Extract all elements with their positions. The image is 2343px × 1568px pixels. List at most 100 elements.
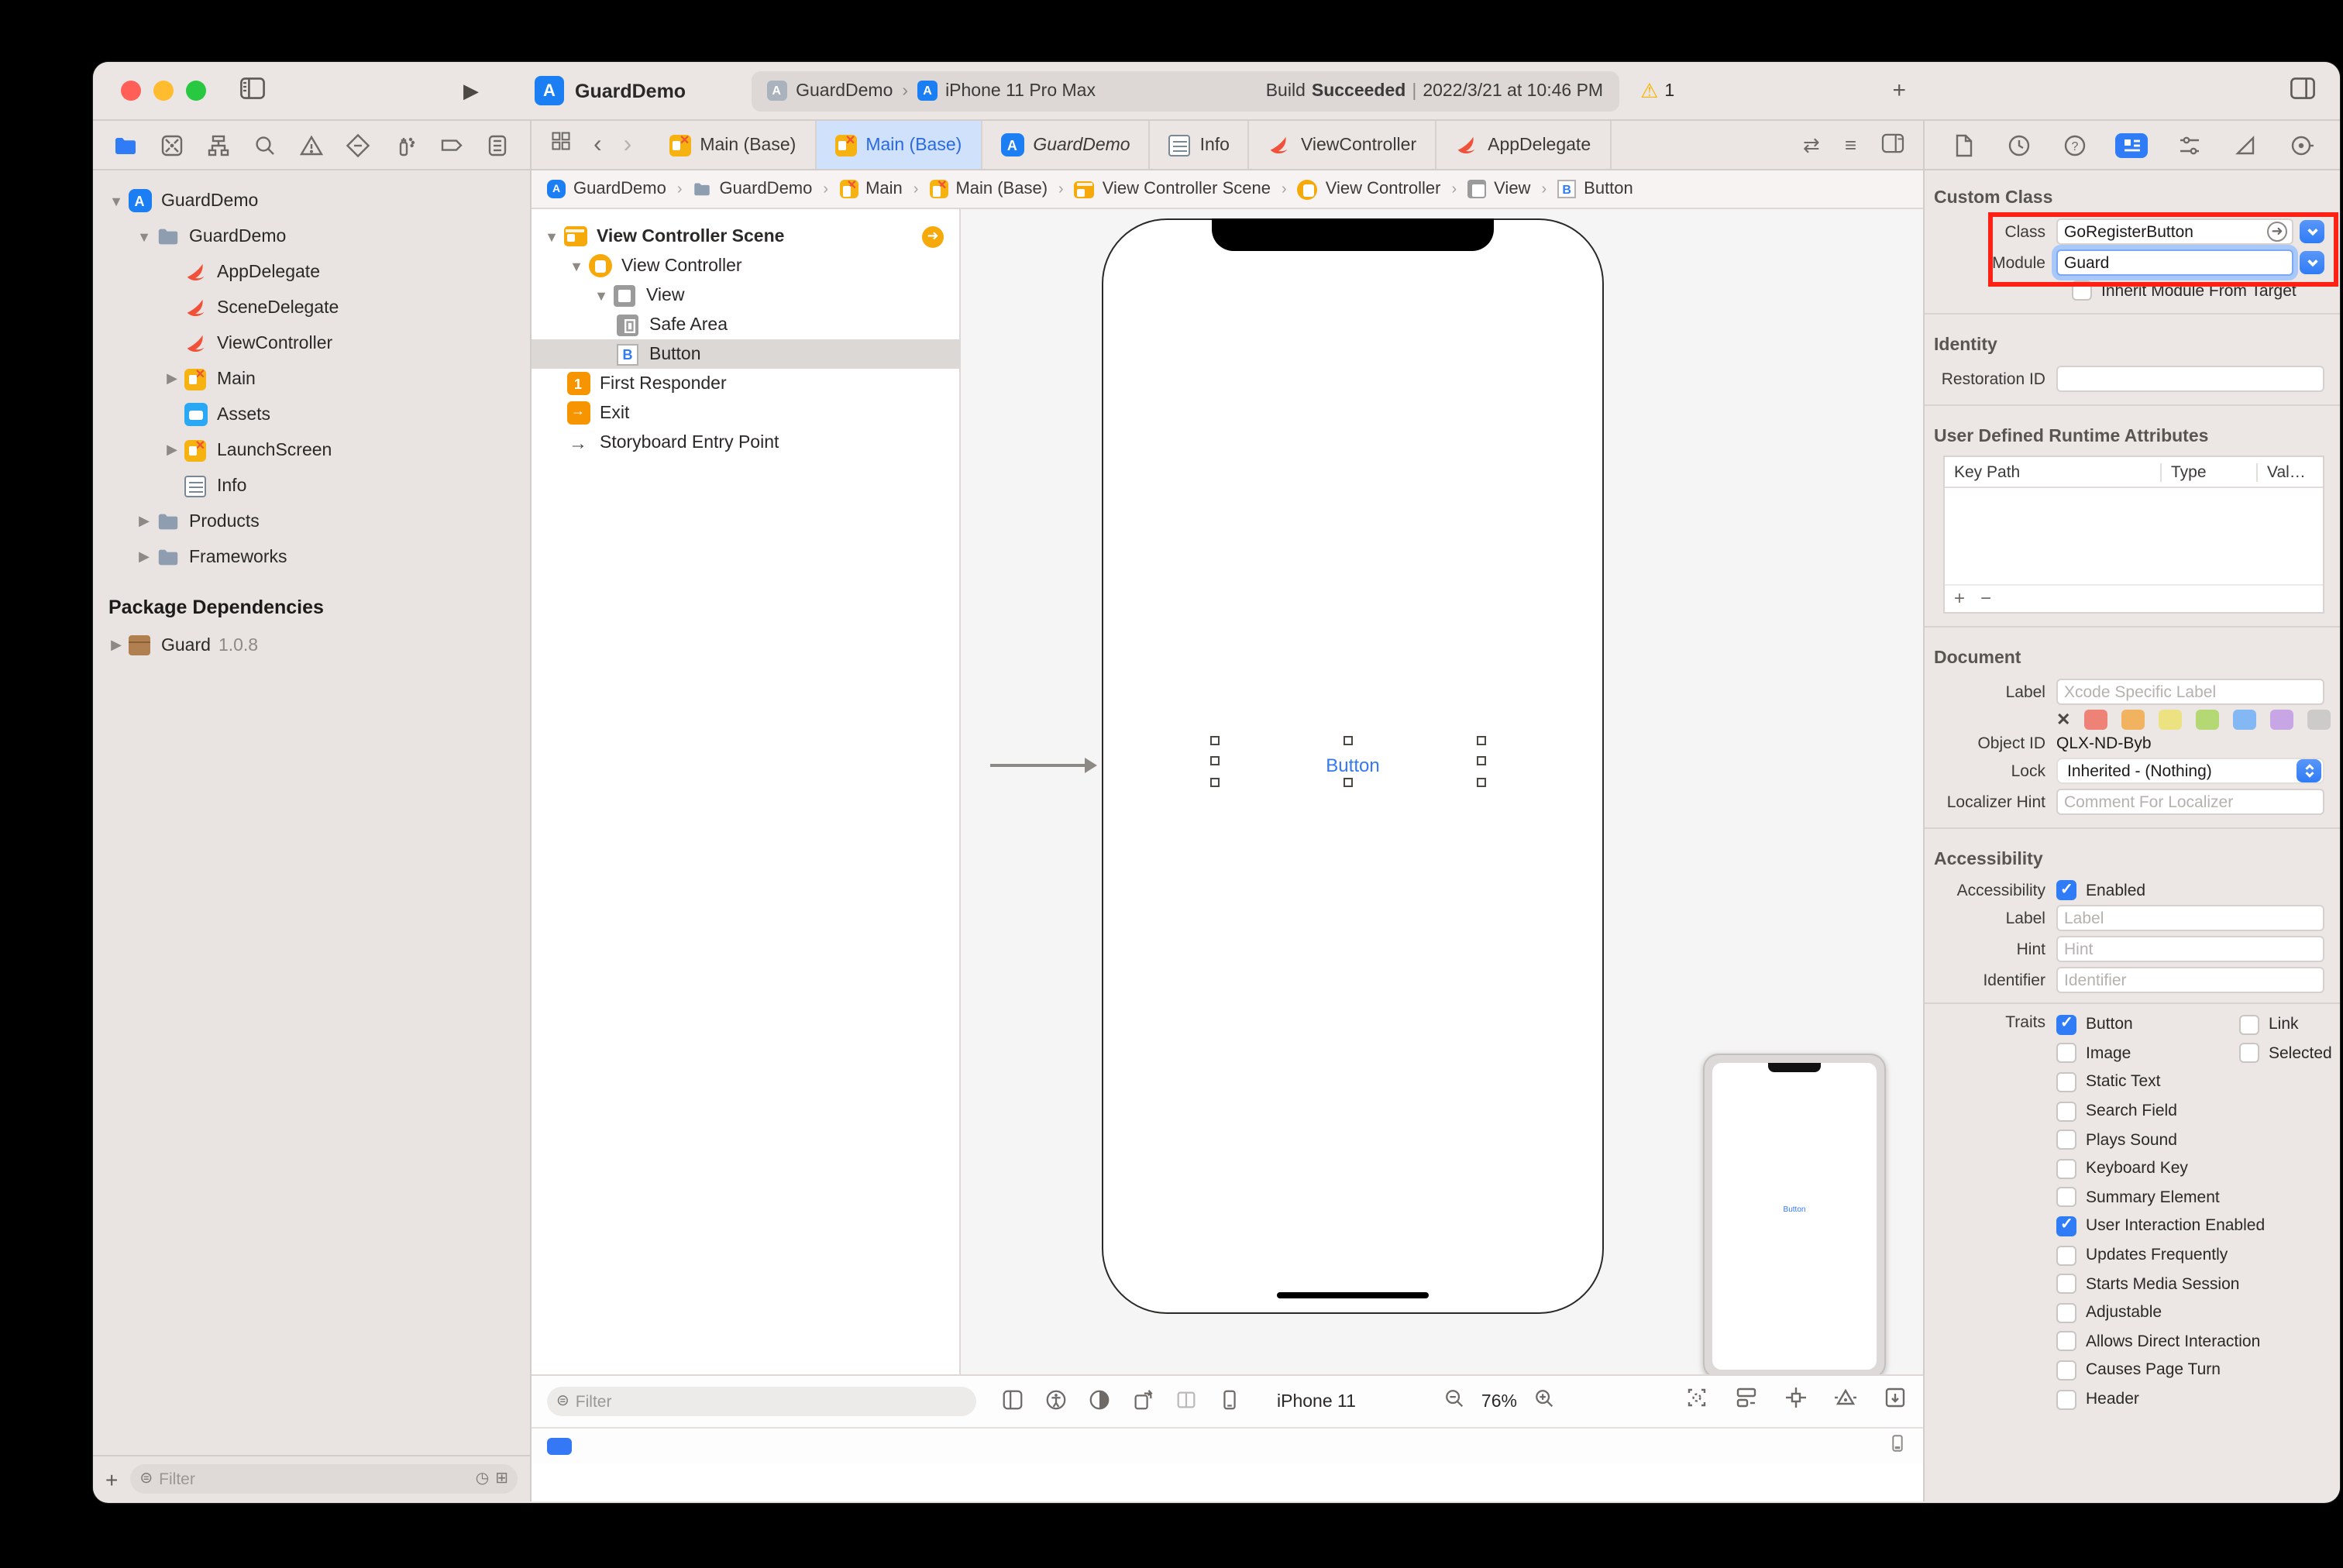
new-tab-button[interactable]: +: [1892, 77, 1906, 104]
selection-handle[interactable]: [1344, 736, 1353, 745]
nav-item-products[interactable]: ▶ Products: [93, 504, 530, 539]
outline-view-controller-row[interactable]: ▼ View Controller: [532, 251, 959, 280]
lock-select[interactable]: Inherited - (Nothing): [2056, 758, 2324, 784]
color-gray-swatch[interactable]: [2307, 710, 2331, 730]
device-icon[interactable]: [1218, 1387, 1241, 1415]
color-orange-swatch[interactable]: [2121, 710, 2145, 730]
trait-link[interactable]: Link: [2239, 1014, 2340, 1035]
nav-item-guarddemo-project[interactable]: ▼ A GuardDemo: [93, 183, 530, 218]
pin-edges-icon[interactable]: [1883, 1385, 1908, 1418]
add-constraints-icon[interactable]: [1784, 1385, 1808, 1418]
nav-item-guard-package[interactable]: ▶ Guard 1.0.8: [93, 628, 530, 663]
file-inspector-icon[interactable]: [1949, 131, 1977, 159]
device-preview-toggle-icon[interactable]: [1887, 1432, 1908, 1460]
scheme-device-label[interactable]: iPhone 11 Pro Max: [945, 81, 1096, 100]
accessibility-enabled-checkbox[interactable]: [2056, 880, 2076, 900]
related-items-icon[interactable]: [550, 130, 572, 160]
disclosure-closed-icon[interactable]: ▶: [161, 442, 183, 459]
navigator-filter-field[interactable]: ⊜ ◷ ⊞: [130, 1464, 518, 1494]
connections-inspector-icon[interactable]: [2287, 131, 2315, 159]
outline-scene-row[interactable]: ▼ View Controller Scene ➜: [532, 222, 959, 251]
col-key-path[interactable]: Key Path: [1945, 462, 2162, 481]
outline-safe-area-row[interactable]: Safe Area: [532, 310, 959, 339]
adjust-editor-icon[interactable]: ≡: [1845, 133, 1856, 156]
storyboard-canvas[interactable]: Button Button: [961, 209, 1923, 1374]
trait-header[interactable]: Header: [2056, 1389, 2239, 1410]
debug-navigator-icon[interactable]: [390, 131, 418, 159]
selection-handle[interactable]: [1210, 736, 1220, 745]
nav-item-frameworks[interactable]: ▶ Frameworks: [93, 539, 530, 575]
disclosure-closed-icon[interactable]: ▶: [161, 370, 183, 387]
zoom-level[interactable]: 76%: [1481, 1392, 1517, 1411]
runtime-attributes-empty-body[interactable]: [1945, 488, 2323, 584]
toggle-inspector-icon[interactable]: [2290, 77, 2315, 104]
report-navigator-icon[interactable]: [483, 131, 511, 159]
breadcrumb-item[interactable]: View Controller Scene: [1074, 180, 1271, 198]
localizer-hint-input[interactable]: [2056, 789, 2324, 815]
nav-item-scenedelegate[interactable]: SceneDelegate: [93, 290, 530, 325]
disclosure-closed-icon[interactable]: ▶: [105, 637, 127, 654]
trait-starts-media-session[interactable]: Starts Media Session: [2056, 1274, 2239, 1295]
tab-info[interactable]: Info: [1151, 121, 1250, 169]
disclosure-closed-icon[interactable]: ▶: [133, 548, 155, 566]
trait-checkbox[interactable]: [2056, 1130, 2076, 1150]
trait-checkbox[interactable]: [2056, 1216, 2076, 1236]
trait-checkbox[interactable]: [2056, 1360, 2076, 1381]
disclosure-closed-icon[interactable]: ▶: [133, 513, 155, 530]
trait-keyboard-key[interactable]: Keyboard Key: [2056, 1158, 2239, 1179]
trait-causes-page-turn[interactable]: Causes Page Turn: [2056, 1360, 2239, 1381]
trait-button[interactable]: Button: [2056, 1014, 2239, 1035]
tab-viewcontroller[interactable]: ViewController: [1250, 121, 1437, 169]
nav-item-assets[interactable]: Assets: [93, 397, 530, 432]
trait-allows-direct-interaction[interactable]: Allows Direct Interaction: [2056, 1331, 2260, 1352]
trait-checkbox[interactable]: [2056, 1274, 2076, 1295]
inherit-module-checkbox[interactable]: [2072, 280, 2092, 301]
trait-checkbox[interactable]: [2056, 1014, 2076, 1035]
scheme-selector[interactable]: A GuardDemo › A iPhone 11 Pro Max Build …: [751, 70, 1619, 111]
scm-filter-icon[interactable]: ⊞: [495, 1470, 508, 1487]
minimize-window-button[interactable]: [153, 81, 174, 101]
breadcrumb-item[interactable]: Main: [839, 178, 903, 198]
initial-view-controller-arrow[interactable]: [990, 758, 1097, 773]
orientation-icon[interactable]: [1131, 1387, 1154, 1415]
selection-handle[interactable]: [1477, 756, 1486, 765]
nav-item-launchscreen[interactable]: ▶ LaunchScreen: [93, 432, 530, 468]
color-purple-swatch[interactable]: [2270, 710, 2294, 730]
breakpoint-navigator-icon[interactable]: [437, 131, 465, 159]
close-window-button[interactable]: [121, 81, 141, 101]
breadcrumb-item[interactable]: GuardDemo: [693, 180, 812, 198]
tab-appdelegate[interactable]: AppDelegate: [1436, 121, 1612, 169]
trait-checkbox[interactable]: [2056, 1101, 2076, 1122]
trait-checkbox[interactable]: [2056, 1331, 2076, 1352]
trait-adjustable[interactable]: Adjustable: [2056, 1302, 2239, 1323]
disclosure-open-icon[interactable]: ▼: [541, 229, 563, 244]
nav-item-main-storyboard[interactable]: ▶ Main: [93, 361, 530, 397]
add-file-button[interactable]: +: [105, 1467, 118, 1491]
run-button[interactable]: ▶: [463, 78, 479, 103]
trait-selected[interactable]: Selected: [2239, 1043, 2340, 1064]
restoration-id-input[interactable]: [2056, 366, 2324, 392]
zoom-in-icon[interactable]: [1533, 1386, 1556, 1417]
color-blue-swatch[interactable]: [2233, 710, 2257, 730]
nav-item-viewcontroller[interactable]: ViewController: [93, 325, 530, 361]
history-inspector-icon[interactable]: [2005, 131, 2033, 159]
remove-attribute-button[interactable]: −: [1980, 587, 1991, 609]
outline-filter-input[interactable]: [575, 1392, 967, 1411]
trait-user-interaction-enabled[interactable]: User Interaction Enabled: [2056, 1216, 2265, 1236]
symbol-navigator-icon[interactable]: [205, 131, 232, 159]
trait-summary-element[interactable]: Summary Element: [2056, 1187, 2239, 1208]
col-value[interactable]: Val…: [2258, 462, 2323, 481]
nav-item-appdelegate[interactable]: AppDelegate: [93, 254, 530, 290]
toggle-outline-icon[interactable]: [1001, 1387, 1024, 1415]
trait-static-text[interactable]: Static Text: [2056, 1071, 2239, 1092]
trait-checkbox[interactable]: [2056, 1158, 2076, 1179]
breadcrumb-item[interactable]: B Button: [1557, 180, 1633, 198]
trait-image[interactable]: Image: [2056, 1043, 2239, 1064]
identity-inspector-icon[interactable]: [2115, 132, 2149, 157]
test-navigator-icon[interactable]: [344, 131, 372, 159]
scene-jump-arrow-icon[interactable]: ➜: [922, 225, 944, 247]
class-dropdown-button[interactable]: [2300, 220, 2324, 243]
go-forward-icon[interactable]: ›: [624, 131, 632, 159]
col-type[interactable]: Type: [2162, 462, 2258, 481]
add-editor-icon[interactable]: [1881, 132, 1904, 157]
